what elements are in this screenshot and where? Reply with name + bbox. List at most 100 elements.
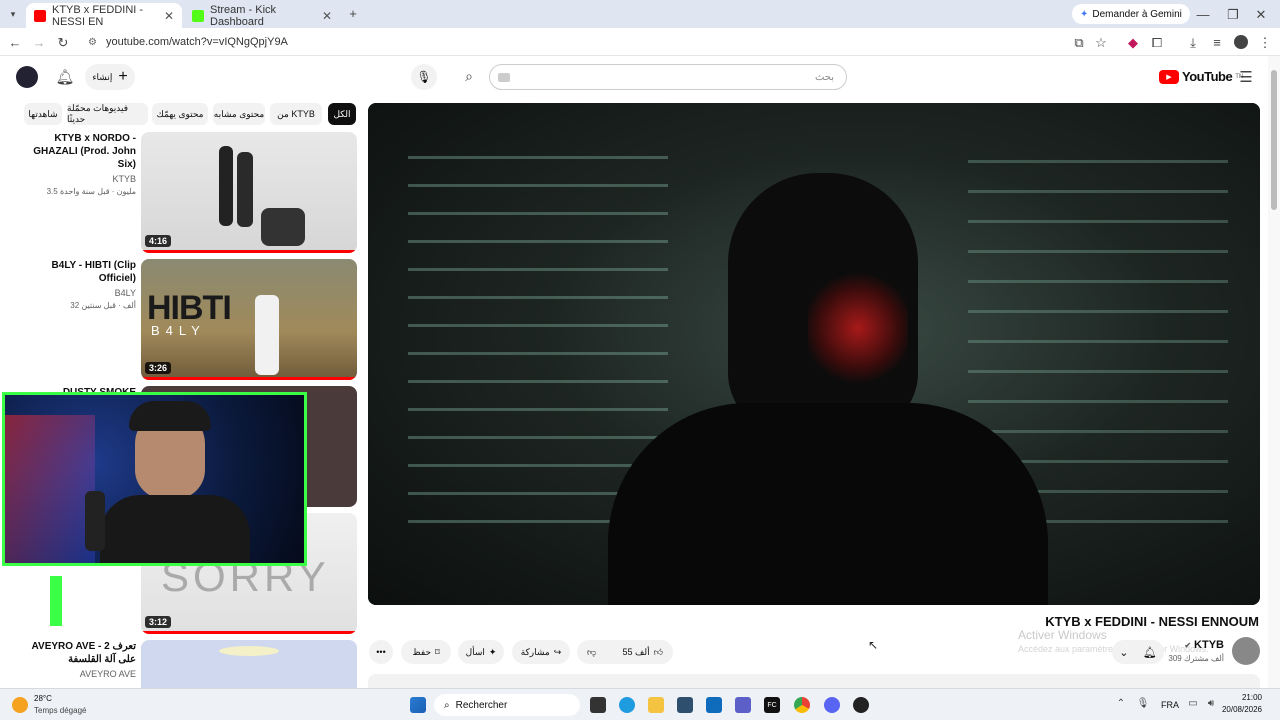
share-label: مشاركة: [520, 646, 550, 657]
dislike-icon[interactable]: 👎︎: [587, 647, 596, 658]
cast-icon[interactable]: ⧉: [1072, 35, 1086, 51]
scrollbar-thumb[interactable]: [1271, 70, 1277, 210]
minimize-icon[interactable]: —: [1196, 7, 1210, 22]
chip-recently-uploaded[interactable]: فيديوهات محمّلة حديثًا: [67, 103, 148, 125]
reco-thumbnail[interactable]: HIBTI B4LY 3:26: [141, 259, 357, 380]
download-icon[interactable]: ⤓: [1186, 35, 1200, 51]
clock-time[interactable]: 21:00: [1222, 693, 1262, 702]
save-button[interactable]: حفظ ⌑: [401, 640, 451, 664]
site-info-icon[interactable]: ⚙: [88, 37, 97, 48]
chip-all[interactable]: الكل: [328, 103, 356, 125]
weather-desc: Temps dégagé: [34, 706, 87, 715]
channel-name[interactable]: ✔ KTYB: [1184, 639, 1224, 651]
reco-channel[interactable]: B4LY: [24, 288, 136, 298]
bookmark-star-icon[interactable]: ☆: [1094, 35, 1108, 51]
windows-start-icon[interactable]: [410, 697, 426, 713]
video-glyph-wall-left: [408, 143, 668, 523]
search-input[interactable]: بحث: [489, 64, 847, 90]
reco-title[interactable]: B4LY - HIBTI (Clip Officiel): [24, 259, 136, 285]
verified-icon: ✔: [1184, 640, 1192, 650]
file-explorer-icon[interactable]: [648, 697, 664, 713]
weather-sun-icon[interactable]: [12, 697, 28, 713]
hamburger-menu-icon[interactable]: ☰: [1238, 68, 1254, 86]
search-icon: ⌕: [444, 699, 450, 711]
avatar[interactable]: [16, 66, 38, 88]
create-button[interactable]: إنشاء +: [85, 64, 135, 90]
media-icon[interactable]: ≡: [1210, 35, 1224, 50]
taskbar-search[interactable]: ⌕ Rechercher: [434, 694, 580, 716]
video-player[interactable]: [368, 103, 1260, 605]
bookmark-icon: ⌑: [435, 646, 440, 657]
bell-icon[interactable]: 🔔︎: [55, 68, 74, 86]
tab-label: KTYB x FEDDINI - NESSI EN: [52, 3, 144, 28]
extensions-icon[interactable]: ⧠: [1150, 35, 1164, 51]
share-button[interactable]: مشاركة ↪: [512, 640, 570, 664]
monitor-icon[interactable]: ▭: [1186, 698, 1200, 709]
clock-date[interactable]: 20/08/2026: [1220, 705, 1262, 714]
microphone-icon[interactable]: 🎙︎: [1136, 698, 1150, 709]
more-actions-button[interactable]: •••: [369, 640, 393, 664]
reco-title[interactable]: KTYB x NORDO - GHAZALI (Prod. John Six): [24, 132, 136, 171]
reco-meta: KTYB x NORDO - GHAZALI (Prod. John Six) …: [24, 132, 136, 196]
youtube-header: 🔔︎ إنشاء + 🎙︎ ⌕ بحث ▶ YouTube TN ☰: [0, 56, 1268, 98]
tab-youtube[interactable]: KTYB x FEDDINI - NESSI EN ✕: [26, 3, 182, 28]
volume-icon[interactable]: 🔊︎: [1204, 698, 1218, 709]
obs-icon[interactable]: [853, 697, 869, 713]
reco-title[interactable]: AVEYRO AVE - 2 تعرف على آلة القلسفة: [24, 640, 136, 666]
reco-meta: B4LY - HIBTI (Clip Officiel) B4LY 32 ألف…: [24, 259, 136, 310]
discord-icon[interactable]: [824, 697, 840, 713]
share-icon: ↪: [553, 646, 562, 657]
window-close-icon[interactable]: ✕: [1254, 7, 1268, 23]
tab-search-icon[interactable]: ▾: [6, 7, 20, 21]
windows-activation-watermark: Activer Windows: [1018, 628, 1107, 642]
browser-menu-icon[interactable]: ⋮: [1258, 35, 1272, 51]
chrome-icon[interactable]: [794, 697, 810, 713]
outlook-icon[interactable]: [706, 697, 722, 713]
edge-icon[interactable]: [619, 697, 635, 713]
reco-channel[interactable]: AVEYRO AVE: [24, 669, 136, 679]
thumb-figure: [219, 146, 233, 226]
tab-kick[interactable]: Stream - Kick Dashboard ✕: [184, 3, 340, 28]
teams-icon[interactable]: [735, 697, 751, 713]
search-icon[interactable]: ⌕: [460, 68, 478, 85]
page-scrollbar[interactable]: [1268, 56, 1280, 688]
chevron-up-icon[interactable]: ⌃: [1114, 698, 1128, 709]
close-icon[interactable]: ✕: [322, 9, 332, 23]
like-button[interactable]: 55 ألف 👍︎: [623, 647, 663, 658]
fc-app-icon[interactable]: FC: [764, 697, 780, 713]
extension-shield-icon[interactable]: ◆: [1126, 35, 1140, 51]
channel-avatar[interactable]: [1232, 637, 1260, 665]
youtube-logo[interactable]: ▶ YouTube TN: [1159, 69, 1243, 84]
ask-button[interactable]: اسأل ✦: [458, 640, 504, 664]
list-item[interactable]: B4LY - HIBTI (Clip Officiel) B4LY 32 ألف…: [24, 259, 358, 380]
app-icon[interactable]: [677, 697, 693, 713]
reco-thumbnail[interactable]: [141, 640, 357, 688]
reco-thumbnail[interactable]: 4:16: [141, 132, 357, 253]
reload-icon[interactable]: ↻: [56, 35, 70, 51]
like-dislike-group: 👎︎ 55 ألف 👍︎: [577, 640, 673, 664]
chip-from-channel[interactable]: من KTYB: [270, 103, 322, 125]
new-tab-icon[interactable]: +: [346, 6, 360, 21]
description-box[interactable]: [368, 674, 1260, 688]
chip-for-you[interactable]: محتوى يهمّك: [152, 103, 208, 125]
chip-watched[interactable]: شاهدتها: [24, 103, 62, 125]
profile-avatar[interactable]: [1234, 35, 1248, 49]
restore-icon[interactable]: ❐: [1226, 7, 1240, 23]
keyboard-icon[interactable]: [498, 72, 510, 82]
list-item[interactable]: AVEYRO AVE - 2 تعرف على آلة القلسفة AVEY…: [24, 640, 358, 688]
list-item[interactable]: KTYB x NORDO - GHAZALI (Prod. John Six) …: [24, 132, 358, 253]
url-field[interactable]: ⚙ youtube.com/watch?v=vIQNgQpjY9A: [84, 32, 1114, 52]
thumb-figure: [237, 152, 253, 227]
back-icon[interactable]: ←: [8, 35, 22, 50]
language-indicator[interactable]: FRA: [1161, 700, 1179, 710]
mic-icon[interactable]: 🎙︎: [411, 64, 437, 90]
gemini-button[interactable]: ✦ Demander à Gemini: [1072, 4, 1190, 24]
reco-channel[interactable]: KTYB: [24, 174, 136, 184]
watch-progress: [141, 377, 357, 380]
subscribed-button[interactable]: ⌄ 🔔︎: [1112, 640, 1164, 664]
close-icon[interactable]: ✕: [164, 9, 174, 23]
forward-icon[interactable]: →: [32, 35, 46, 50]
chevron-down-icon: ⌄: [1119, 646, 1129, 659]
task-view-icon[interactable]: [590, 697, 606, 713]
chip-related[interactable]: محتوى مشابه: [213, 103, 265, 125]
